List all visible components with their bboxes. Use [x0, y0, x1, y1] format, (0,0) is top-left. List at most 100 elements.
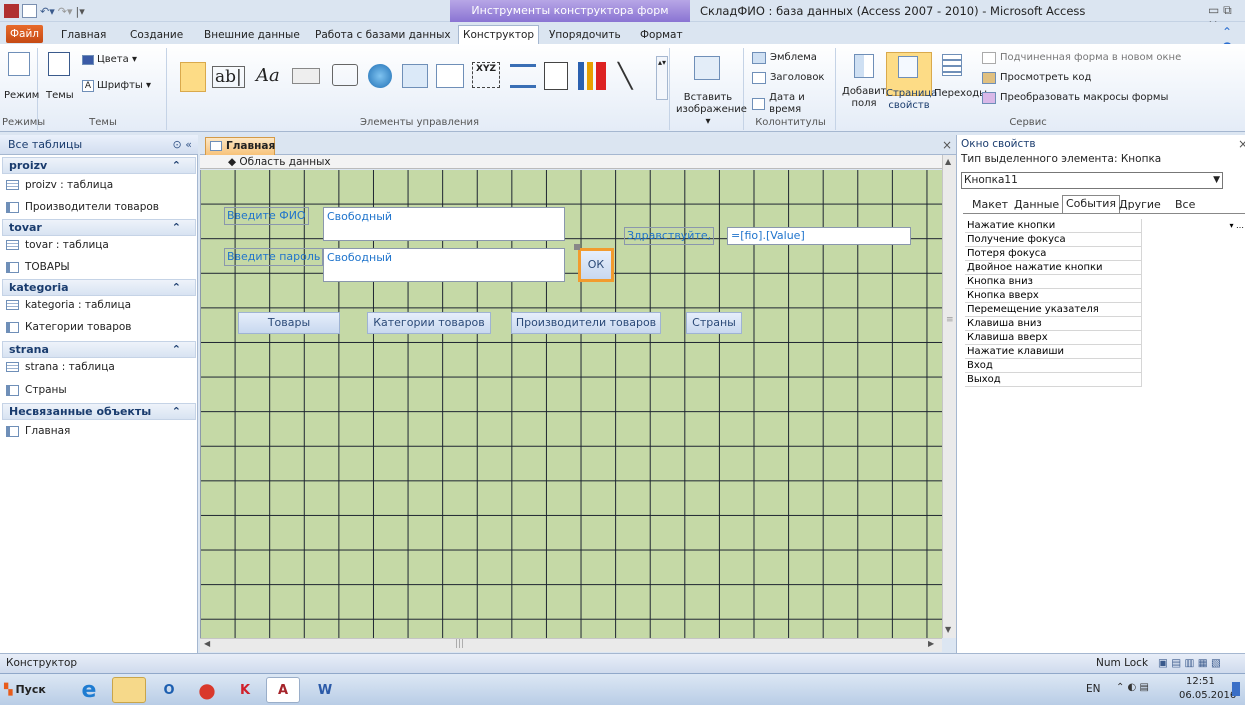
tab-all[interactable]: Все — [1175, 197, 1195, 213]
hyperlink-icon[interactable] — [368, 64, 392, 88]
view-code-button[interactable]: Просмотреть код — [982, 72, 1091, 84]
access-taskbar-icon[interactable]: A — [266, 677, 300, 703]
property-row[interactable]: Нажатие кнопки ▾ … — [965, 219, 1245, 233]
insert-image-button[interactable]: Вставить изображение ▾ — [676, 92, 747, 128]
textbox-control-icon[interactable]: ab| — [212, 66, 245, 88]
password-label[interactable]: Введите пароль — [224, 248, 324, 266]
view-mode-button[interactable]: Режим — [4, 90, 39, 102]
scroll-right-icon[interactable]: ▶ — [928, 639, 934, 648]
subform-button[interactable]: Подчиненная форма в новом окне — [982, 52, 1181, 64]
undo-icon[interactable]: ↶▾ — [40, 5, 55, 18]
tab-format[interactable]: Формат — [636, 27, 687, 44]
property-row[interactable]: Нажатие клавиши — [965, 345, 1245, 359]
save-icon[interactable] — [22, 4, 37, 18]
property-sheet-button[interactable]: Страница свойств — [886, 88, 937, 112]
ie-icon[interactable]: e — [72, 677, 106, 703]
language-indicator[interactable]: EN — [1086, 683, 1101, 695]
nav-item-goods-form[interactable]: ТОВАРЫ — [6, 257, 70, 277]
object-selector[interactable]: Кнопка11 ▼ — [961, 172, 1223, 189]
nav-group-tovar[interactable]: tovar ⌃ — [2, 219, 196, 236]
navigation-control-icon[interactable] — [436, 64, 464, 88]
property-row[interactable]: Выход — [965, 373, 1245, 387]
nav-group-strana[interactable]: strana ⌃ — [2, 341, 196, 358]
customize-qat-icon[interactable]: |▾ — [76, 5, 85, 18]
countries-button[interactable]: Страны — [686, 312, 742, 334]
tab-home[interactable]: Главная — [57, 27, 110, 44]
tab-layout[interactable]: Макет — [972, 197, 1008, 213]
tray-icons[interactable]: ⌃ ◐ ▤ — [1116, 682, 1149, 693]
nav-menu-icon[interactable]: ⊙ « — [173, 135, 192, 155]
property-row[interactable]: Кнопка вверх — [965, 289, 1245, 303]
selection-handle[interactable] — [574, 244, 580, 250]
kaspersky-icon[interactable]: K — [228, 677, 262, 703]
property-value[interactable] — [1141, 373, 1245, 387]
chevron-down-icon[interactable]: ▼ — [1213, 173, 1220, 188]
password-textbox[interactable]: Свободный — [323, 248, 565, 282]
property-value[interactable] — [1141, 275, 1245, 289]
view-mode-icon[interactable] — [8, 52, 30, 76]
colors-button[interactable]: Цвета ▾ — [82, 54, 137, 66]
property-value[interactable] — [1141, 303, 1245, 317]
option-group-icon[interactable]: XYZ — [472, 62, 500, 88]
web-browser-icon[interactable] — [402, 64, 428, 88]
greeting-label[interactable]: Здравствуйте, — [624, 227, 715, 245]
property-row[interactable]: Кнопка вниз — [965, 275, 1245, 289]
property-value[interactable] — [1141, 359, 1245, 373]
label-control-icon[interactable]: Aa — [256, 66, 280, 86]
property-row[interactable]: Вход — [965, 359, 1245, 373]
property-value[interactable]: ▾ … — [1141, 219, 1245, 233]
page-break-icon[interactable] — [510, 64, 536, 88]
tab-data[interactable]: Данные — [1014, 197, 1059, 213]
tab-create[interactable]: Создание — [126, 27, 187, 44]
close-document-icon[interactable]: × — [942, 138, 952, 152]
collapse-icon[interactable]: ⌃ — [172, 158, 181, 173]
file-tab[interactable]: Файл — [6, 25, 43, 43]
explorer-icon[interactable] — [112, 677, 146, 703]
nav-item-tovar-table[interactable]: tovar : таблица — [6, 235, 109, 255]
producers-button[interactable]: Производители товаров — [511, 312, 661, 334]
nav-item-countries-form[interactable]: Страны — [6, 380, 67, 400]
form-design-grid[interactable]: Введите ФИО Свободный Введите пароль Сво… — [200, 170, 942, 638]
fonts-button[interactable]: A Шрифты ▾ — [82, 80, 151, 92]
tab-database-tools[interactable]: Работа с базами данных — [311, 27, 455, 44]
nav-item-categories-form[interactable]: Категории товаров — [6, 317, 132, 337]
tab-order-button[interactable]: Переходы — [934, 88, 987, 100]
vertical-scrollbar[interactable]: ▲ ▼ ≡ — [942, 155, 956, 638]
word-icon[interactable]: W — [308, 677, 342, 703]
chrome-icon[interactable]: ● — [190, 677, 224, 703]
controls-gallery-scroll[interactable]: ▴▾ — [656, 56, 668, 100]
property-row[interactable]: Потеря фокуса — [965, 247, 1245, 261]
property-value[interactable] — [1141, 317, 1245, 331]
datetime-button[interactable]: Дата и время — [752, 92, 835, 116]
nav-item-producers-form[interactable]: Производители товаров — [6, 197, 159, 217]
tab-arrange[interactable]: Упорядочить — [545, 27, 625, 44]
property-row[interactable]: Двойное нажатие кнопки — [965, 261, 1245, 275]
scroll-left-icon[interactable]: ◀ — [204, 639, 210, 648]
nav-item-kategoria-table[interactable]: kategoria : таблица — [6, 295, 131, 315]
greeting-expression-textbox[interactable]: =[fio].[Value] — [727, 227, 911, 245]
property-row[interactable]: Клавиша вверх — [965, 331, 1245, 345]
clock-date[interactable]: 06.05.2016 — [1179, 690, 1236, 701]
line-control-icon[interactable]: ╲ — [618, 62, 648, 90]
property-value[interactable] — [1141, 331, 1245, 345]
add-fields-button[interactable]: Добавить поля — [842, 86, 892, 110]
fio-textbox[interactable]: Свободный — [323, 207, 565, 241]
tab-control-icon[interactable] — [332, 64, 358, 86]
property-row[interactable]: Перемещение указателя — [965, 303, 1245, 317]
document-tab-main[interactable]: Главная — [205, 137, 275, 155]
redo-icon[interactable]: ↷▾ — [58, 5, 73, 18]
outlook-icon[interactable]: O — [152, 677, 186, 703]
tab-external-data[interactable]: Внешние данные — [200, 27, 304, 44]
convert-macros-button[interactable]: Преобразовать макросы формы — [982, 92, 1168, 104]
goods-button[interactable]: Товары — [238, 312, 340, 334]
collapse-icon[interactable]: ⌃ — [172, 342, 181, 357]
tab-events[interactable]: События — [1062, 195, 1121, 213]
collapse-icon[interactable]: ⌃ — [172, 404, 181, 419]
nav-item-strana-table[interactable]: strana : таблица — [6, 357, 115, 377]
nav-group-kategoria[interactable]: kategoria ⌃ — [2, 279, 196, 296]
scroll-up-icon[interactable]: ▲ — [945, 157, 951, 166]
close-properties-icon[interactable]: × — [1238, 137, 1245, 151]
ok-button[interactable]: ОК — [578, 248, 614, 282]
nav-group-unrelated[interactable]: Несвязанные объекты ⌃ — [2, 403, 196, 420]
tab-other[interactable]: Другие — [1119, 197, 1161, 213]
